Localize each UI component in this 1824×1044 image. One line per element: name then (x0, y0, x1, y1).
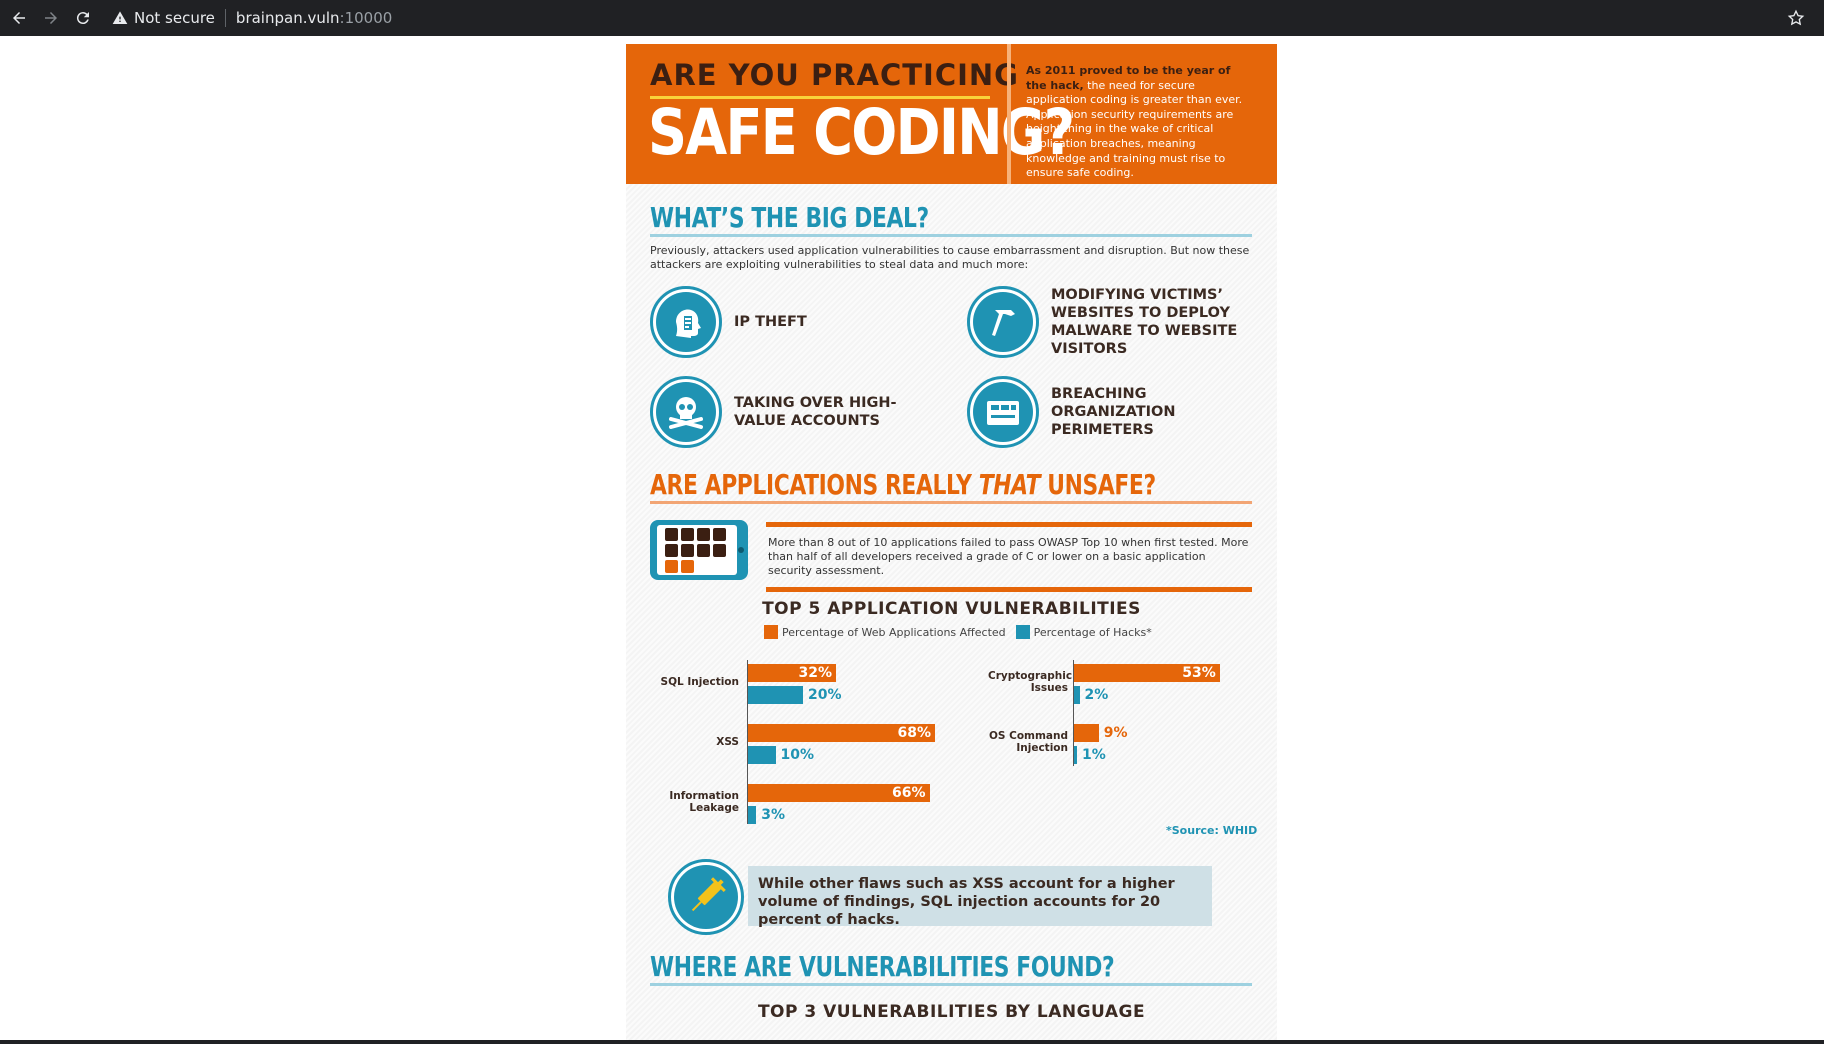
threat-label: BREACHING ORGANIZATION PERIMETERS (1051, 386, 1176, 438)
bar-value-label: 53% (1182, 665, 1216, 681)
threat-label: IP THEFT (734, 314, 807, 330)
chart-legend: Percentage of Web Applications Affected … (764, 625, 1162, 639)
category-label: Information Leakage (669, 790, 739, 814)
legend-swatch (1015, 625, 1030, 639)
hero-divider (1007, 44, 1011, 184)
arrow-right-icon (45, 12, 57, 24)
legend-label: Percentage of Hacks* (1033, 625, 1152, 639)
bar-value-label: 9% (1103, 725, 1128, 741)
unsafe-title-post: UNSAFE? (1040, 468, 1156, 501)
threat-circle (967, 376, 1039, 448)
bar-value-label: 68% (897, 725, 931, 741)
category-label: Cryptographic Issues (988, 670, 1073, 694)
reload-button[interactable] (69, 4, 97, 32)
callout-box: While other flaws such as XSS account fo… (748, 866, 1212, 928)
bar-hacks (748, 806, 757, 824)
chart2-title: TOP 3 VULNERABILITIES BY LANGUAGE (757, 1002, 1146, 1022)
category-label: XSS (716, 736, 739, 748)
hero-description: As 2011 proved to be the year of the hac… (1026, 64, 1254, 181)
category-label: SQL Injection (660, 676, 739, 688)
bar-value-label: 1% (1082, 747, 1106, 763)
unsafe-title-em: THAT (978, 468, 1041, 501)
browser-toolbar: Not secure brainpan.vuln:10000 (0, 0, 1824, 36)
hero-desc-rest: the need for secure application coding i… (1026, 78, 1243, 180)
unsafe-stat-box: More than 8 out of 10 applications faile… (766, 522, 1252, 592)
callout-text: While other flaws such as XSS account fo… (758, 876, 1175, 928)
bar-value-label: 2% (1084, 687, 1109, 703)
section-title-unsafe: ARE APPLICATIONS REALLY THAT UNSAFE? (650, 468, 1156, 501)
forward-button[interactable] (37, 4, 65, 32)
bar-value-label: 3% (761, 807, 786, 823)
hammer-icon (992, 310, 1015, 336)
bar-value-label: 20% (808, 687, 842, 703)
back-button[interactable] (5, 4, 33, 32)
bar-value-label: 66% (891, 785, 926, 801)
threat-modifying-websites: MODIFYING VICTIMS’ WEBSITES TO DEPLOY MA… (967, 286, 1251, 358)
warning-icon[interactable] (112, 10, 128, 26)
section-title-found: WHERE ARE VULNERABILITIES FOUND? (650, 950, 1115, 983)
infographic: ARE YOU PRACTICING SAFE CODING? As 2011 … (626, 44, 1277, 1040)
url-separator (224, 9, 226, 27)
bar-value-label: 32% (798, 665, 832, 681)
bar-hacks (1074, 686, 1080, 704)
threat-ip-theft: IP THEFT (650, 286, 807, 358)
syringe-icon (691, 877, 726, 912)
legend-swatch (764, 625, 778, 639)
reload-icon (76, 12, 89, 25)
unsafe-title-pre: ARE APPLICATIONS REALLY (650, 468, 979, 501)
section-rule-unsafe (650, 501, 1252, 504)
bar-hacks (748, 746, 776, 764)
bar-value-label: 10% (780, 747, 815, 763)
bookmark-star-button[interactable] (1784, 6, 1808, 30)
url-host[interactable]: brainpan.vuln (236, 9, 340, 27)
tablet-icon (650, 520, 748, 584)
arrow-left-icon (13, 12, 25, 24)
stat-bar-bottom (766, 587, 1252, 592)
threat-account-takeover: TAKING OVER HIGH-VALUE ACCOUNTS (650, 376, 944, 448)
skull-crossbones-icon (669, 397, 703, 429)
bar-hacks (1074, 746, 1077, 764)
legend-item-hacks: Percentage of Hacks* (1015, 625, 1152, 639)
security-label[interactable]: Not secure (134, 9, 215, 27)
bar-hacks (748, 686, 803, 704)
wall-icon (987, 401, 1019, 425)
section-title-big-deal: WHAT’S THE BIG DEAL? (650, 201, 929, 234)
category-label: OS Command Injection (988, 730, 1068, 754)
section-rule-big-deal (650, 234, 1252, 237)
chart-source: *Source: WHID (1166, 824, 1258, 837)
threat-label: TAKING OVER HIGH-VALUE ACCOUNTS (734, 395, 897, 429)
legend-label: Percentage of Web Applications Affected (782, 625, 1006, 639)
threat-circle (650, 286, 722, 358)
address-bar[interactable]: Not secure brainpan.vuln:10000 (112, 0, 392, 36)
bar-affected (1074, 724, 1099, 742)
legend-item-affected: Percentage of Web Applications Affected (764, 625, 1006, 639)
callout-circle (668, 859, 744, 935)
threat-circle (967, 286, 1039, 358)
hero-title-line1: ARE YOU PRACTICING (650, 58, 1019, 92)
unsafe-stat-text: More than 8 out of 10 applications faile… (768, 536, 1249, 577)
bottom-bar (0, 1040, 1824, 1044)
threat-label: MODIFYING VICTIMS’ WEBSITES TO DEPLOY MA… (1051, 287, 1238, 357)
threat-circle (650, 376, 722, 448)
hero-banner: ARE YOU PRACTICING SAFE CODING? As 2011 … (626, 44, 1277, 184)
chart-title: TOP 5 APPLICATION VULNERABILITIES (762, 599, 1141, 619)
section-rule-found (650, 983, 1252, 986)
url-port[interactable]: :10000 (340, 9, 393, 27)
threat-breaching-perimeters: BREACHING ORGANIZATION PERIMETERS (967, 376, 1261, 448)
star-icon (1787, 9, 1805, 26)
head-hand-icon (676, 309, 701, 338)
big-deal-intro: Previously, attackers used application v… (650, 244, 1250, 271)
